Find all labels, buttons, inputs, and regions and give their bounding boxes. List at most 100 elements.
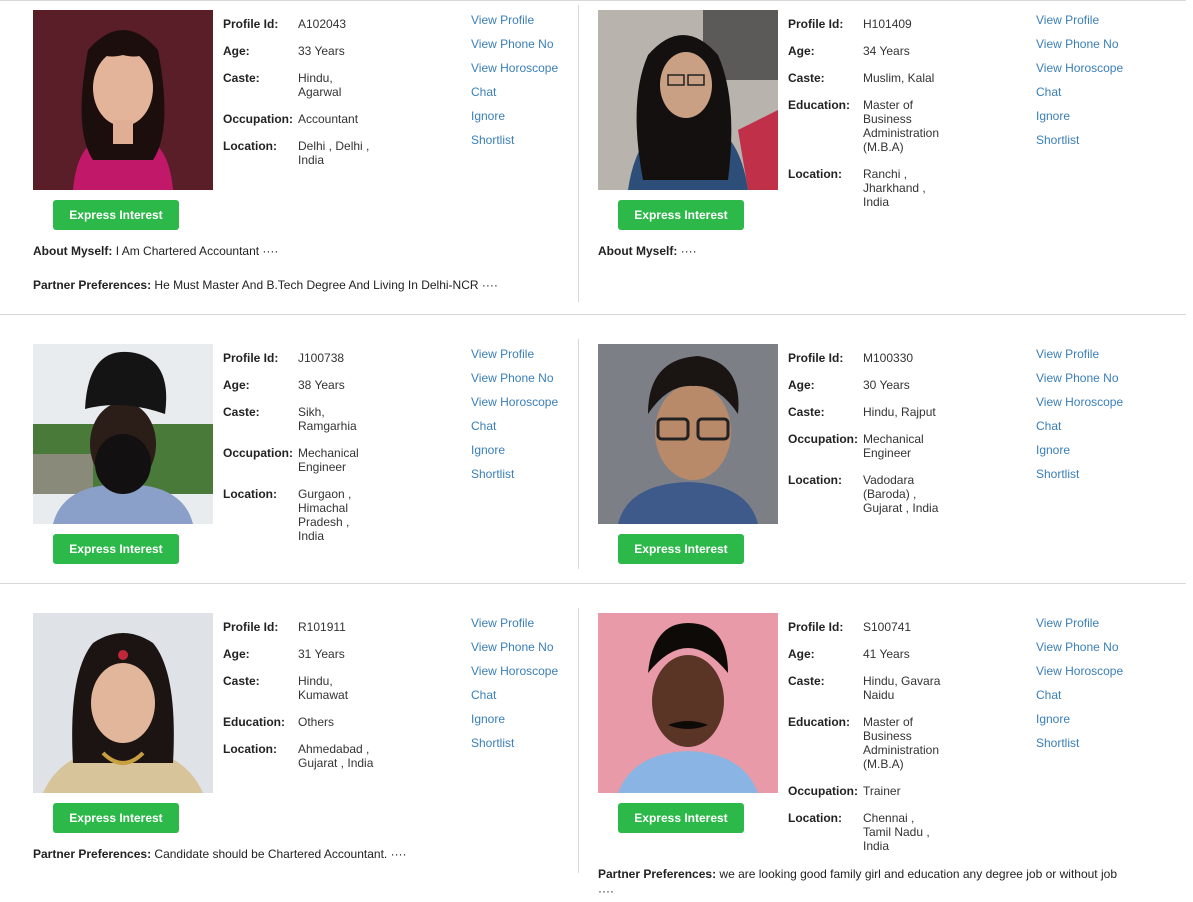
chat-link[interactable]: Chat [1036, 85, 1156, 109]
occupation-label: Occupation: [788, 784, 859, 798]
education-value: Master of Business Administration (M.B.A… [863, 715, 940, 771]
view-profile-link[interactable]: View Profile [1036, 616, 1156, 640]
profile-details: Profile Id: A102043 Age: 33 Years Caste: Hi… [223, 17, 468, 180]
education-value: Others [298, 715, 335, 729]
profile-id-value: R101911 [298, 620, 346, 634]
occupation-label: Occupation: [788, 432, 859, 446]
ignore-link[interactable]: Ignore [1036, 109, 1156, 133]
age-label: Age: [223, 647, 250, 661]
chat-link[interactable]: Chat [471, 419, 591, 443]
occupation-value: Accountant [298, 112, 359, 126]
caste-label: Caste: [788, 674, 825, 688]
profile-photo[interactable] [33, 10, 213, 190]
location-label: Location: [788, 167, 842, 181]
row-divider [0, 0, 1186, 1]
profile-id-label: Profile Id: [788, 17, 844, 31]
partner-preferences-label: Partner Preferences: [33, 847, 152, 861]
caste-value: Muslim, Kalal [863, 71, 935, 85]
view-profile-link[interactable]: View Profile [471, 616, 591, 640]
profile-actions: View Profile View Phone No View Horoscop… [471, 616, 591, 760]
chat-link[interactable]: Chat [1036, 688, 1156, 712]
view-horoscope-link[interactable]: View Horoscope [1036, 61, 1156, 85]
education-value: Master of Business Administration (M.B.A… [863, 98, 940, 154]
express-interest-button[interactable]: Express Interest [53, 534, 179, 564]
profile-photo[interactable] [598, 344, 778, 524]
caste-label: Caste: [223, 405, 260, 419]
caste-label: Caste: [788, 405, 825, 419]
partner-preferences: Partner Preferences: He Must Master And … [33, 277, 573, 294]
view-phone-link[interactable]: View Phone No [471, 37, 591, 61]
profile-details: Profile Id: M100330 Age: 30 Years Caste: Hi… [788, 351, 1033, 528]
view-profile-link[interactable]: View Profile [471, 13, 591, 37]
about-myself-label: About Myself: [598, 244, 678, 258]
location-value: Ranchi , Jharkhand , India [863, 167, 926, 209]
profile-details: Profile Id: S100741 Age: 41 Years Caste: Hi… [788, 620, 1033, 866]
chat-link[interactable]: Chat [471, 85, 591, 109]
profile-id-value: M100330 [863, 351, 914, 365]
age-label: Age: [788, 378, 815, 392]
ignore-link[interactable]: Ignore [1036, 712, 1156, 736]
profile-id-label: Profile Id: [223, 351, 279, 365]
view-phone-link[interactable]: View Phone No [471, 371, 591, 395]
profile-actions: View Profile View Phone No View Horoscop… [1036, 13, 1156, 157]
ignore-link[interactable]: Ignore [471, 712, 591, 736]
shortlist-link[interactable]: Shortlist [1036, 467, 1156, 491]
about-myself-text: ···· [680, 244, 697, 258]
view-profile-link[interactable]: View Profile [471, 347, 591, 371]
express-interest-button[interactable]: Express Interest [618, 200, 744, 230]
profile-photo[interactable] [33, 344, 213, 524]
education-label: Education: [788, 98, 850, 112]
ignore-link[interactable]: Ignore [471, 443, 591, 467]
partner-preferences-label: Partner Preferences: [598, 867, 717, 881]
shortlist-link[interactable]: Shortlist [1036, 736, 1156, 760]
view-profile-link[interactable]: View Profile [1036, 13, 1156, 37]
partner-preferences-text: He Must Master And B.Tech Degree And Liv… [154, 278, 498, 292]
about-myself: About Myself: ···· [598, 243, 1138, 260]
caste-label: Caste: [223, 674, 260, 688]
profile-photo[interactable] [598, 10, 778, 190]
age-value: 38 Years [298, 378, 345, 392]
view-horoscope-link[interactable]: View Horoscope [471, 664, 591, 688]
chat-link[interactable]: Chat [1036, 419, 1156, 443]
ignore-link[interactable]: Ignore [471, 109, 591, 133]
view-phone-link[interactable]: View Phone No [1036, 640, 1156, 664]
view-horoscope-link[interactable]: View Horoscope [471, 61, 591, 85]
location-label: Location: [223, 487, 277, 501]
ignore-link[interactable]: Ignore [1036, 443, 1156, 467]
caste-label: Caste: [788, 71, 825, 85]
age-value: 34 Years [863, 44, 910, 58]
partner-preferences: Partner Preferences: Candidate should be… [33, 846, 573, 863]
profile-photo[interactable] [33, 613, 213, 793]
profile-id-value: J100738 [298, 351, 345, 365]
express-interest-button[interactable]: Express Interest [618, 534, 744, 564]
shortlist-link[interactable]: Shortlist [1036, 133, 1156, 157]
age-label: Age: [223, 44, 250, 58]
view-horoscope-link[interactable]: View Horoscope [471, 395, 591, 419]
express-interest-button[interactable]: Express Interest [53, 200, 179, 230]
location-label: Location: [223, 139, 277, 153]
about-myself-text: I Am Chartered Accountant ···· [115, 244, 279, 258]
shortlist-link[interactable]: Shortlist [471, 736, 591, 760]
view-profile-link[interactable]: View Profile [1036, 347, 1156, 371]
shortlist-link[interactable]: Shortlist [471, 133, 591, 157]
partner-preferences-text: Candidate should be Chartered Accountant… [154, 847, 407, 861]
express-interest-button[interactable]: Express Interest [53, 803, 179, 833]
chat-link[interactable]: Chat [471, 688, 591, 712]
age-value: 31 Years [298, 647, 345, 661]
view-horoscope-link[interactable]: View Horoscope [1036, 664, 1156, 688]
profile-photo[interactable] [598, 613, 778, 793]
view-horoscope-link[interactable]: View Horoscope [1036, 395, 1156, 419]
age-value: 41 Years [863, 647, 910, 661]
profile-details: Profile Id: R101911 Age: 31 Years Caste: Hi… [223, 620, 468, 783]
row-divider [0, 314, 1186, 315]
occupation-label: Occupation: [223, 112, 294, 126]
shortlist-link[interactable]: Shortlist [471, 467, 591, 491]
location-value: Ahmedabad , Gujarat , India [298, 742, 374, 770]
view-phone-link[interactable]: View Phone No [1036, 371, 1156, 395]
profile-id-value: H101409 [863, 17, 912, 31]
view-phone-link[interactable]: View Phone No [1036, 37, 1156, 61]
profile-actions: View Profile View Phone No View Horoscop… [1036, 616, 1156, 760]
view-phone-link[interactable]: View Phone No [471, 640, 591, 664]
express-interest-button[interactable]: Express Interest [618, 803, 744, 833]
age-label: Age: [788, 44, 815, 58]
